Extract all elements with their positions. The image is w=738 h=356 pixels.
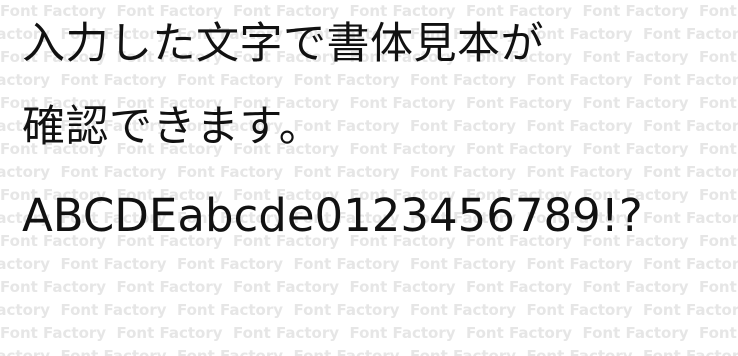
watermark-row: Font Factory Font Factory Font Factory F… bbox=[0, 278, 738, 296]
watermark-row: Font Factory Font Factory Font Factory F… bbox=[0, 163, 738, 181]
sample-line-2: 確認できます。 bbox=[22, 102, 323, 152]
watermark-row: Font Factory Font Factory Font Factory F… bbox=[0, 347, 738, 356]
watermark-row: Font Factory Font Factory Font Factory F… bbox=[0, 255, 738, 273]
sample-line-1: 入力した文字で書体見本が bbox=[22, 19, 544, 69]
watermark-row: Font Factory Font Factory Font Factory F… bbox=[0, 71, 738, 89]
watermark-row: Font Factory Font Factory Font Factory F… bbox=[0, 2, 738, 20]
sample-line-3: ABCDEabcde0123456789!? bbox=[22, 189, 643, 242]
watermark-row: Font Factory Font Factory Font Factory F… bbox=[0, 301, 738, 319]
watermark-row: Font Factory Font Factory Font Factory F… bbox=[0, 324, 738, 342]
